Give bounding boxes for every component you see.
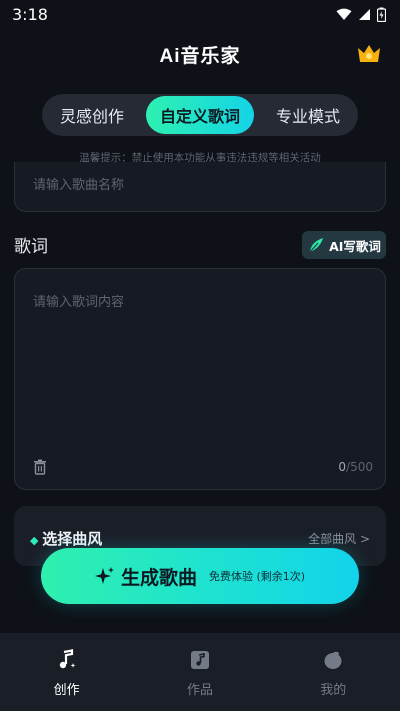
trash-icon[interactable] bbox=[33, 459, 47, 475]
status-bar: 3:18 bbox=[0, 0, 400, 28]
profile-icon bbox=[324, 651, 342, 669]
status-time: 3:18 bbox=[12, 4, 48, 24]
song-name-placeholder: 请输入歌曲名称 bbox=[33, 178, 125, 193]
generate-song-button[interactable]: 生成歌曲 免费体验 (剩余1次) bbox=[41, 548, 359, 604]
char-counter: 0/500 bbox=[338, 460, 373, 474]
generate-label: 生成歌曲 bbox=[120, 566, 197, 589]
tab-pro-mode[interactable]: 专业模式 bbox=[262, 96, 354, 134]
feather-icon bbox=[309, 238, 324, 253]
tab-inspiration[interactable]: 灵感创作 bbox=[46, 96, 138, 134]
all-styles-link[interactable]: 全部曲风 > bbox=[308, 530, 370, 547]
status-icons bbox=[336, 7, 386, 22]
char-count-max: /500 bbox=[346, 460, 373, 474]
app-title-rest: 音乐家 bbox=[180, 44, 241, 67]
char-count-current: 0 bbox=[338, 460, 347, 474]
lyrics-label: 歌词 bbox=[14, 237, 48, 257]
mode-tabs: 灵感创作 自定义歌词 专业模式 bbox=[42, 94, 358, 136]
app-title: Ai音乐家 bbox=[159, 41, 240, 68]
music-note-icon bbox=[59, 649, 76, 669]
lyrics-textarea[interactable]: 请输入歌词内容 0/500 bbox=[14, 268, 386, 490]
battery-icon bbox=[377, 7, 386, 22]
signal-icon bbox=[359, 8, 370, 20]
nav-label-profile: 我的 bbox=[320, 683, 347, 698]
nav-item-profile[interactable]: 我的 bbox=[293, 649, 373, 698]
ai-write-label: AI写歌词 bbox=[329, 238, 381, 254]
crown-icon[interactable] bbox=[356, 42, 382, 66]
nav-label-works: 作品 bbox=[186, 683, 213, 698]
bottom-nav: 创作 作品 我的 bbox=[0, 633, 400, 711]
generate-sub-label: 免费体验 (剩余1次) bbox=[208, 570, 306, 583]
wifi-icon bbox=[336, 8, 352, 20]
style-title: ◆ 选择曲风 bbox=[30, 530, 103, 548]
song-name-input[interactable]: 请输入歌曲名称 bbox=[14, 162, 386, 212]
lyrics-placeholder: 请输入歌词内容 bbox=[33, 295, 125, 310]
ai-write-lyrics-button[interactable]: AI写歌词 bbox=[302, 231, 386, 259]
album-icon bbox=[190, 651, 209, 669]
nav-item-create[interactable]: 创作 bbox=[27, 649, 107, 698]
tab-custom-lyrics[interactable]: 自定义歌词 bbox=[145, 96, 254, 134]
nav-label-create: 创作 bbox=[53, 683, 80, 698]
nav-item-works[interactable]: 作品 bbox=[160, 649, 240, 698]
sparkle-icon bbox=[94, 567, 114, 584]
app-title-ai: Ai bbox=[159, 45, 181, 67]
app-header: Ai音乐家 bbox=[0, 36, 400, 72]
